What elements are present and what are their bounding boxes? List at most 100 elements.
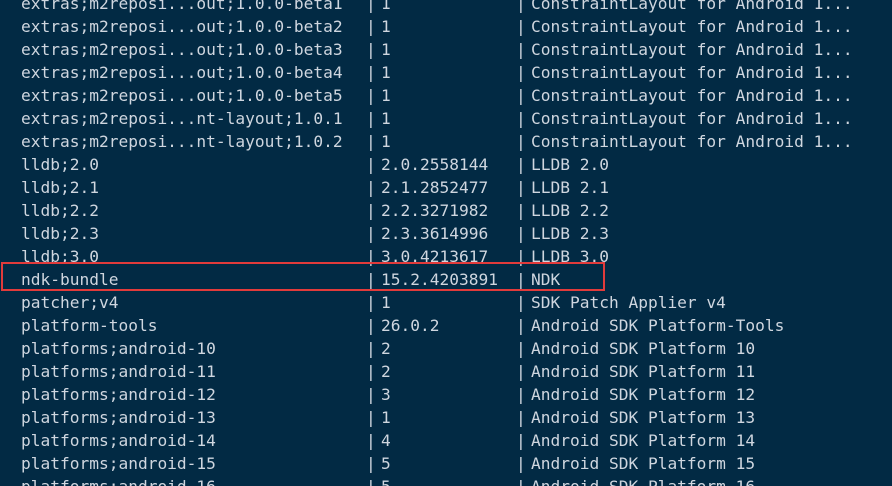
column-separator: | (366, 109, 376, 128)
package-description: ConstraintLayout for Android 1... (531, 86, 853, 105)
table-row: lldb;2.3 | 2.3.3614996 | LLDB 2.3 (0, 222, 892, 245)
package-name: lldb;2.2 (21, 201, 99, 220)
table-row: platform-tools | 26.0.2 | Android SDK Platfo… (0, 314, 892, 337)
package-name: platforms;android-10 (21, 339, 216, 358)
package-list: extras;m2reposi...out;1.0.0-beta1 | 1 | Cons… (0, 0, 892, 486)
table-row: platforms;android-14 | 4 | Android SDK Platf… (0, 429, 892, 452)
package-description: Android SDK Platform-Tools (531, 316, 785, 335)
column-separator: | (366, 63, 376, 82)
package-name: extras;m2reposi...out;1.0.0-beta5 (21, 86, 343, 105)
package-version: 3.0.4213617 (381, 247, 489, 266)
package-name: platforms;android-14 (21, 431, 216, 450)
package-description: ConstraintLayout for Android 1... (531, 0, 853, 13)
package-version: 2.2.3271982 (381, 201, 489, 220)
column-separator: | (366, 316, 376, 335)
column-separator: | (516, 270, 526, 289)
package-name: patcher;v4 (21, 293, 119, 312)
column-separator: | (366, 293, 376, 312)
column-separator: | (366, 86, 376, 105)
package-name: platform-tools (21, 316, 158, 335)
column-separator: | (366, 201, 376, 220)
column-separator: | (516, 86, 526, 105)
package-name: extras;m2reposi...out;1.0.0-beta3 (21, 40, 343, 59)
package-name: extras;m2reposi...nt-layout;1.0.2 (21, 132, 343, 151)
package-version: 1 (381, 132, 391, 151)
table-row-highlighted: ndk-bundle | 15.2.4203891 | NDK (0, 268, 892, 291)
table-row: platforms;android-11 | 2 | Android SDK Platf… (0, 360, 892, 383)
terminal-window[interactable]: extras;m2reposi...out;1.0.0-beta1 | 1 | Cons… (0, 0, 892, 486)
package-version: 2 (381, 362, 391, 381)
package-description: Android SDK Platform 10 (531, 339, 756, 358)
package-name: platforms;android-13 (21, 408, 216, 427)
package-version: 1 (381, 408, 391, 427)
package-description: LLDB 2.0 (531, 155, 609, 174)
column-separator: | (516, 339, 526, 358)
table-row: platforms;android-16 | 5 | Android SDK Platf… (0, 475, 892, 486)
package-name: extras;m2reposi...nt-layout;1.0.1 (21, 109, 343, 128)
column-separator: | (516, 201, 526, 220)
package-description: ConstraintLayout for Android 1... (531, 109, 853, 128)
package-description: ConstraintLayout for Android 1... (531, 17, 853, 36)
package-name: lldb;2.3 (21, 224, 99, 243)
column-separator: | (516, 431, 526, 450)
column-separator: | (516, 109, 526, 128)
package-version: 2 (381, 339, 391, 358)
package-description: Android SDK Platform 16 (531, 475, 755, 486)
package-name: platforms;android-12 (21, 385, 216, 404)
column-separator: | (366, 40, 376, 59)
package-version: 1 (381, 40, 391, 59)
column-separator: | (516, 408, 526, 427)
column-separator: | (366, 17, 376, 36)
table-row: platforms;android-13 | 1 | Android SDK Platf… (0, 406, 892, 429)
package-description: Android SDK Platform 15 (531, 454, 756, 473)
column-separator: | (516, 362, 526, 381)
package-description: LLDB 2.1 (531, 178, 609, 197)
column-separator: | (366, 178, 376, 197)
package-description: NDK (531, 270, 561, 289)
package-version: 3 (381, 385, 391, 404)
package-name: platforms;android-11 (21, 362, 216, 381)
column-separator: | (516, 454, 526, 473)
table-row: lldb;2.0 | 2.0.2558144 | LLDB 2.0 (0, 153, 892, 176)
package-name: lldb;2.0 (21, 155, 99, 174)
column-separator: | (366, 339, 376, 358)
column-separator: | (516, 247, 526, 266)
package-description: SDK Patch Applier v4 (531, 293, 726, 312)
column-separator: | (366, 408, 376, 427)
package-description: Android SDK Platform 11 (531, 362, 756, 381)
table-row: patcher;v4 | 1 | SDK Patch Applier v4 (0, 291, 892, 314)
column-separator: | (366, 247, 376, 266)
package-name: platforms;android-16 (21, 475, 216, 486)
column-separator: | (366, 270, 376, 289)
column-separator: | (516, 40, 526, 59)
package-description: LLDB 3.0 (531, 247, 609, 266)
table-row: extras;m2reposi...out;1.0.0-beta4 | 1 | Cons… (0, 61, 892, 84)
package-name: extras;m2reposi...out;1.0.0-beta1 (21, 0, 343, 13)
column-separator: | (366, 155, 376, 174)
package-version: 1 (381, 17, 391, 36)
column-separator: | (366, 362, 376, 381)
column-separator: | (366, 475, 376, 486)
column-separator: | (366, 431, 376, 450)
column-separator: | (516, 0, 526, 13)
package-description: ConstraintLayout for Android 1... (531, 132, 853, 151)
package-version: 2.0.2558144 (381, 155, 489, 174)
table-row: extras;m2reposi...out;1.0.0-beta3 | 1 | Cons… (0, 38, 892, 61)
package-version: 5 (381, 475, 391, 486)
package-version: 1 (381, 86, 391, 105)
table-row: platforms;android-15 | 5 | Android SDK Platf… (0, 452, 892, 475)
column-separator: | (516, 316, 526, 335)
package-description: Android SDK Platform 13 (531, 408, 756, 427)
column-separator: | (516, 155, 526, 174)
package-version: 1 (381, 293, 391, 312)
package-description: Android SDK Platform 14 (531, 431, 756, 450)
column-separator: | (366, 0, 376, 13)
package-version: 5 (381, 454, 391, 473)
column-separator: | (366, 132, 376, 151)
column-separator: | (516, 385, 526, 404)
table-row: lldb;2.2 | 2.2.3271982 | LLDB 2.2 (0, 199, 892, 222)
column-separator: | (366, 385, 376, 404)
table-row: extras;m2reposi...out;1.0.0-beta2 | 1 | Cons… (0, 15, 892, 38)
table-row: platforms;android-12 | 3 | Android SDK Platf… (0, 383, 892, 406)
table-row: extras;m2reposi...out;1.0.0-beta5 | 1 | Cons… (0, 84, 892, 107)
